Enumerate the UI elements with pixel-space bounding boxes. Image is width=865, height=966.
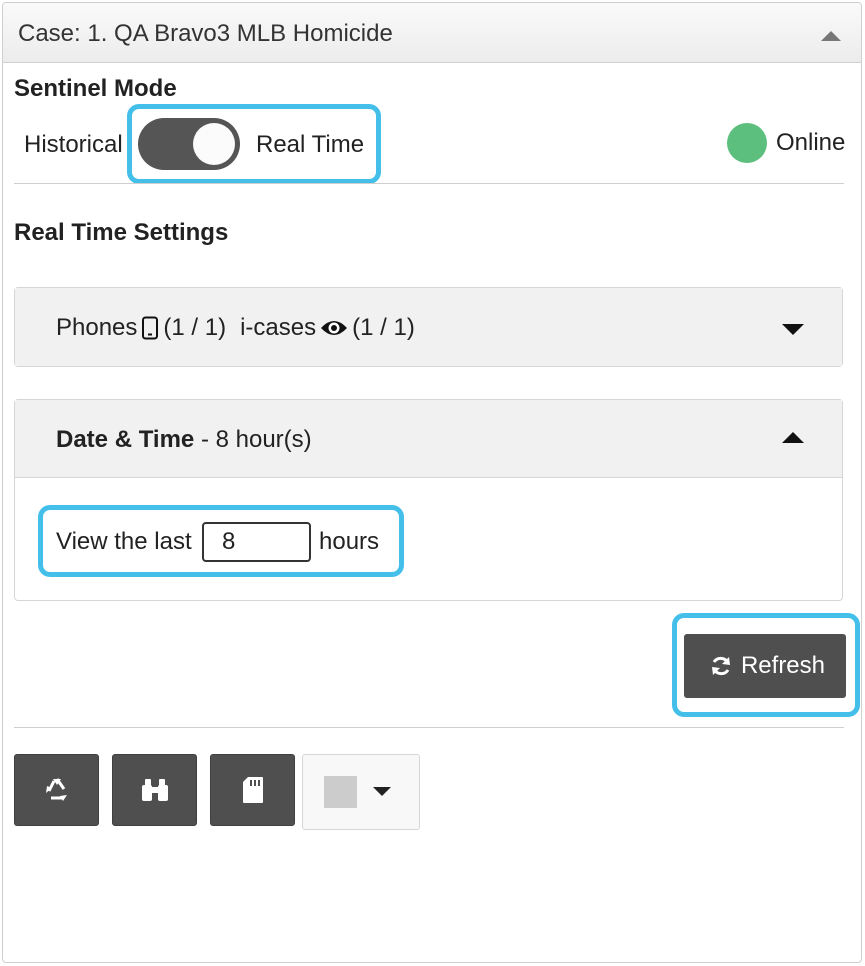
divider (14, 183, 844, 184)
datetime-summary: - 8 hour(s) (194, 426, 312, 453)
sd-card-icon (242, 777, 263, 803)
divider (14, 727, 844, 728)
eye-icon (321, 321, 348, 335)
mobile-phone-icon (142, 316, 159, 340)
phones-accordion-header[interactable]: Phones (1 / 1) i-cases (1 / 1) (15, 288, 842, 366)
real-time-settings-title: Real Time Settings (14, 219, 229, 246)
recycle-icon (45, 778, 67, 801)
refresh-icon (711, 656, 730, 676)
triangle-up-icon[interactable] (821, 31, 841, 41)
icases-label: i-cases (240, 314, 317, 341)
view-last-label: View the last (56, 528, 192, 555)
status-text: Online (776, 129, 846, 156)
color-swatch (324, 776, 357, 808)
case-panel: Case: 1. QA Bravo3 MLB Homicide Sentinel… (2, 2, 862, 963)
case-title: Case: 1. QA Bravo3 MLB Homicide (18, 20, 393, 47)
refresh-label: Refresh (740, 652, 826, 679)
phones-label: Phones (56, 314, 138, 341)
sentinel-mode-title: Sentinel Mode (14, 75, 177, 102)
recycle-button[interactable] (14, 754, 99, 826)
color-picker[interactable] (302, 754, 420, 830)
phones-count: (1 / 1) (163, 314, 227, 341)
historical-label: Historical (24, 131, 123, 158)
toggle-knob (193, 123, 235, 165)
sd-card-button[interactable] (210, 754, 295, 826)
online-status-icon (727, 123, 767, 163)
binoculars-icon (141, 779, 168, 801)
datetime-title: Date & Time (56, 426, 195, 453)
binoculars-button[interactable] (112, 754, 197, 826)
case-header[interactable]: Case: 1. QA Bravo3 MLB Homicide (3, 3, 861, 63)
sentinel-mode-toggle[interactable] (138, 118, 240, 170)
refresh-button[interactable]: Refresh (684, 634, 846, 698)
real-time-label: Real Time (256, 131, 365, 158)
hours-input[interactable] (202, 522, 311, 562)
datetime-accordion-header[interactable]: Date & Time - 8 hour(s) (15, 400, 842, 478)
phones-accordion: Phones (1 / 1) i-cases (1 / 1) (14, 287, 843, 367)
hours-label: hours (319, 528, 380, 555)
caret-down-icon (373, 787, 391, 796)
icases-count: (1 / 1) (352, 314, 415, 341)
caret-down-icon[interactable] (782, 324, 804, 335)
caret-up-icon[interactable] (782, 432, 804, 443)
